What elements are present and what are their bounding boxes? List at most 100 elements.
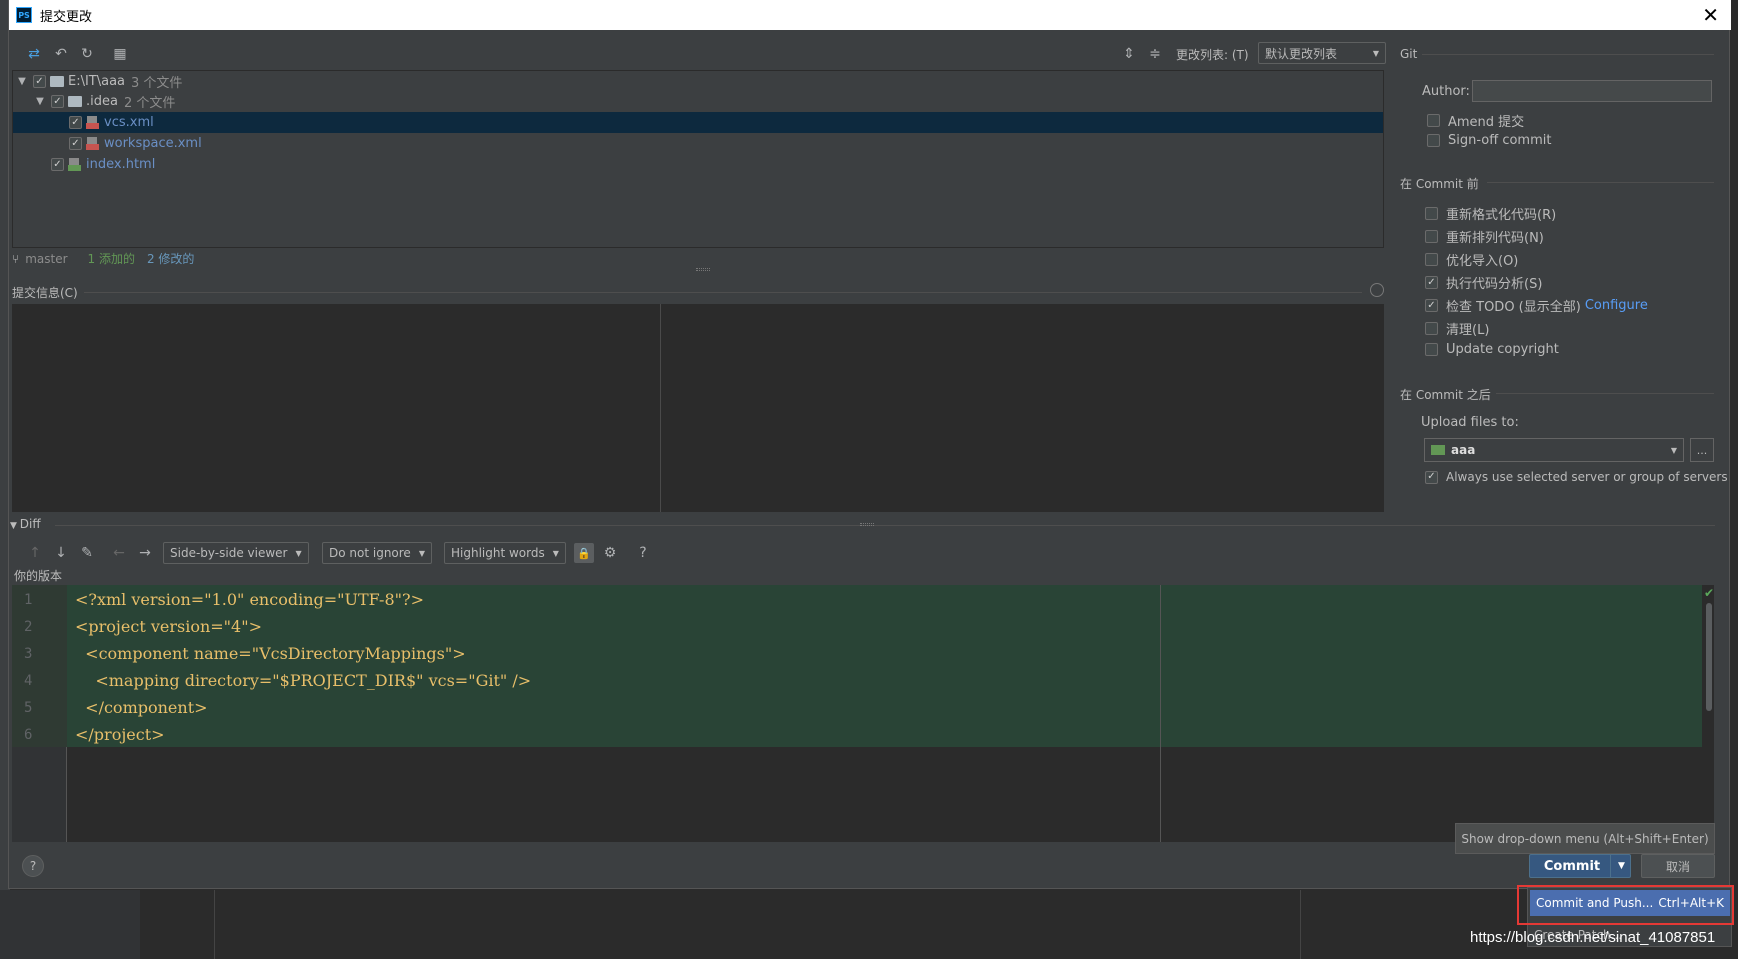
collapse-triangle-icon: ▼: [10, 521, 20, 531]
amend-option[interactable]: Amend 提交: [1427, 111, 1524, 130]
tree-row-file[interactable]: ✓ index.html: [51, 154, 155, 175]
close-icon[interactable]: ✕: [1702, 3, 1719, 27]
option-checkbox[interactable]: [1425, 253, 1438, 266]
always-use-label: Always use selected server or group of s…: [1446, 470, 1728, 484]
upload-server-select[interactable]: aaa ▼: [1424, 438, 1684, 462]
expand-triangle-icon[interactable]: ▼: [33, 96, 47, 107]
move-icon[interactable]: ⇄: [25, 45, 43, 63]
tree-row-root[interactable]: ▼ ✓ E:\IT\aaa 3 个文件: [15, 71, 182, 92]
before-option[interactable]: 重新排列代码(N): [1425, 227, 1544, 246]
amend-label: Amend 提交: [1448, 115, 1525, 130]
line-number: 3: [24, 646, 33, 662]
git-section-title: Git: [1400, 47, 1418, 61]
option-label: 清理(L): [1446, 323, 1490, 338]
prev-diff-icon[interactable]: ↑: [26, 544, 44, 562]
separator: [84, 292, 1362, 293]
signoff-option[interactable]: Sign-off commit: [1427, 133, 1551, 148]
option-checkbox[interactable]: [1425, 207, 1438, 220]
gear-icon[interactable]: ⚙: [601, 544, 619, 562]
branch-status: ⑂ master 1 添加的 2 修改的: [12, 250, 194, 267]
edit-icon[interactable]: ✎: [78, 544, 96, 562]
author-label: Author:: [1422, 84, 1470, 99]
option-checkbox[interactable]: ✓: [1425, 276, 1438, 289]
before-option[interactable]: ✓ 执行代码分析(S): [1425, 273, 1542, 292]
refresh-icon[interactable]: ↻: [78, 45, 96, 63]
option-checkbox[interactable]: [1425, 322, 1438, 335]
collapse-all-icon[interactable]: ≑: [1146, 45, 1164, 63]
highlight-select[interactable]: Highlight words ▼: [444, 542, 566, 564]
folder-count: 2 个文件: [123, 96, 176, 111]
ide-divider: [1300, 890, 1301, 959]
app-logo-icon: PS: [16, 7, 32, 23]
modified-count[interactable]: 2 修改的: [147, 250, 194, 267]
diff-section-toggle[interactable]: ▼ Diff: [10, 517, 41, 531]
editor-split-divider: [1160, 585, 1161, 842]
before-option[interactable]: 重新格式化代码(R): [1425, 204, 1556, 223]
checkbox-file[interactable]: ✓: [69, 116, 82, 129]
window-title: 提交更改: [40, 9, 93, 25]
checkbox-file[interactable]: ✓: [51, 158, 64, 171]
upload-more-button[interactable]: ...: [1690, 438, 1714, 462]
changelist-select[interactable]: 默认更改列表 ▼: [1258, 42, 1386, 64]
added-lines-highlight: [67, 585, 1702, 747]
chevron-down-icon: ▼: [1372, 48, 1379, 58]
expand-all-icon[interactable]: ⇕: [1120, 45, 1138, 63]
author-input[interactable]: [1472, 80, 1712, 102]
next-diff-icon[interactable]: ↓: [52, 544, 70, 562]
before-option[interactable]: 清理(L): [1425, 319, 1489, 338]
amend-checkbox[interactable]: [1427, 114, 1440, 127]
server-icon: [1431, 445, 1445, 455]
vertical-scrollbar[interactable]: [1706, 603, 1712, 711]
ide-divider: [214, 890, 215, 959]
signoff-checkbox[interactable]: [1427, 134, 1440, 147]
viewer-select[interactable]: Side-by-side viewer ▼: [163, 542, 309, 564]
chevron-down-icon: ▼: [1670, 445, 1677, 455]
option-label: 优化导入(O): [1446, 254, 1519, 269]
option-label: 检查 TODO (显示全部): [1446, 300, 1581, 315]
undo-icon[interactable]: ↶: [52, 45, 70, 63]
checkbox-root[interactable]: ✓: [33, 75, 46, 88]
commit-dropdown-icon[interactable]: ▼: [1610, 854, 1632, 878]
highlight-annotation-box: [1517, 885, 1734, 925]
option-label: Update copyright: [1446, 342, 1559, 357]
code-line: <project version="4">: [75, 617, 262, 636]
message-split-divider: [660, 304, 661, 512]
before-option[interactable]: 优化导入(O): [1425, 250, 1518, 269]
checkbox-file[interactable]: ✓: [69, 137, 82, 150]
prev-file-icon[interactable]: ←: [110, 544, 128, 562]
configure-link[interactable]: Configure: [1585, 298, 1648, 313]
xml-file-icon: [86, 136, 100, 151]
option-checkbox[interactable]: [1425, 230, 1438, 243]
group-icon[interactable]: ▦: [111, 45, 129, 63]
line-number: 2: [24, 619, 33, 635]
before-option[interactable]: ✓ 检查 TODO (显示全部) Configure: [1425, 296, 1648, 315]
signoff-label: Sign-off commit: [1448, 133, 1552, 148]
always-use-option[interactable]: ✓ Always use selected server or group of …: [1425, 470, 1728, 484]
help-icon[interactable]: ?: [634, 544, 652, 562]
root-count: 3 个文件: [131, 76, 183, 91]
option-label: 重新格式化代码(R): [1446, 208, 1557, 223]
splitter-handle-icon[interactable]: [860, 523, 874, 526]
option-checkbox[interactable]: ✓: [1425, 299, 1438, 312]
ignore-select[interactable]: Do not ignore ▼: [322, 542, 432, 564]
tree-row-idea[interactable]: ▼ ✓ .idea 2 个文件: [33, 91, 175, 112]
checkbox-idea[interactable]: ✓: [51, 95, 64, 108]
always-use-checkbox[interactable]: ✓: [1425, 470, 1438, 484]
tree-row-file[interactable]: ✓ vcs.xml: [69, 112, 154, 133]
help-button[interactable]: ?: [22, 855, 44, 877]
line-number: 5: [24, 700, 33, 716]
splitter-handle-icon[interactable]: [696, 268, 710, 271]
before-option[interactable]: Update copyright: [1425, 342, 1559, 357]
added-count[interactable]: 1 添加的: [88, 250, 135, 267]
commit-message-input[interactable]: [12, 304, 1384, 512]
option-checkbox[interactable]: [1425, 343, 1438, 356]
separator: [1496, 393, 1714, 394]
upload-value: aaa: [1451, 443, 1476, 457]
watermark: https://blog.csdn.net/sinat_41087851: [1470, 929, 1716, 946]
cancel-button[interactable]: 取消: [1641, 854, 1715, 878]
expand-triangle-icon[interactable]: ▼: [15, 76, 29, 87]
history-icon[interactable]: [1370, 283, 1384, 297]
lock-icon[interactable]: 🔒: [574, 543, 594, 563]
next-file-icon[interactable]: →: [136, 544, 154, 562]
tree-row-file[interactable]: ✓ workspace.xml: [69, 133, 202, 154]
